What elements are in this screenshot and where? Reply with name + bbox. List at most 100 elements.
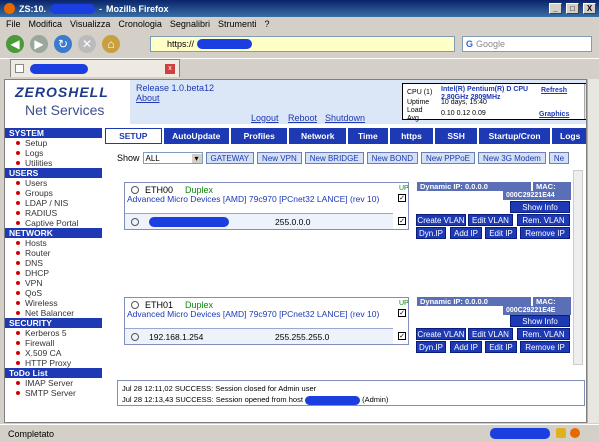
sidebar-item-x509-ca[interactable]: X.509 CA <box>5 348 102 358</box>
eth1-add-ip-button[interactable]: Add IP <box>450 341 482 353</box>
eth1-ip-row[interactable]: 192.168.1.254 255.255.255.0 <box>125 328 393 344</box>
tab-logs[interactable]: Logs <box>552 128 586 144</box>
redacted-status <box>490 428 550 439</box>
sidebar-section-users: USERS <box>5 168 102 178</box>
tab-network[interactable]: Network <box>289 128 346 144</box>
sidebar-item-groups[interactable]: Groups <box>5 188 102 198</box>
eth0-remove-ip-button[interactable]: Remove IP <box>520 227 570 239</box>
sidebar-item-smtp-server[interactable]: SMTP Server <box>5 388 102 398</box>
forward-icon[interactable]: ▶ <box>30 35 48 53</box>
eth0-show-info-button[interactable]: Show Info <box>510 201 570 213</box>
close-button[interactable]: X <box>583 3 596 14</box>
sidebar-item-wireless[interactable]: Wireless <box>5 298 102 308</box>
gateway-button[interactable]: GATEWAY <box>205 152 255 164</box>
new-3g-modem-button[interactable]: New 3G Modem <box>478 152 546 164</box>
eth0-ip-row[interactable]: 255.0.0.0 <box>125 213 393 229</box>
eth1-radio[interactable] <box>131 301 139 309</box>
sidebar-item-dhcp[interactable]: DHCP <box>5 268 102 278</box>
sidebar-item-setup[interactable]: Setup <box>5 138 102 148</box>
shutdown-link[interactable]: Shutdown <box>325 113 365 123</box>
sidebar-item-ldap[interactable]: LDAP / NIS <box>5 198 102 208</box>
show-select[interactable]: ALL ▾ <box>142 152 203 164</box>
tab-ssh[interactable]: SSH <box>435 128 477 144</box>
sidebar-item-vpn[interactable]: VPN <box>5 278 102 288</box>
about-link[interactable]: About <box>136 93 160 103</box>
eth0-rem-vlan-button[interactable]: Rem. VLAN <box>517 214 570 226</box>
sidebar-item-logs[interactable]: Logs <box>5 148 102 158</box>
reboot-link[interactable]: Reboot <box>288 113 317 123</box>
log-entry: Jul 28 12:13,43 SUCCESS: Session opened … <box>122 395 389 405</box>
menu-strumenti[interactable]: Strumenti <box>218 19 257 29</box>
eth0-enable-checkbox[interactable]: ✓ <box>398 217 406 225</box>
eth0-up-checkbox[interactable]: ✓ <box>398 194 406 202</box>
menu-file[interactable]: File <box>6 19 21 29</box>
minimize-button[interactable]: _ <box>549 3 562 14</box>
status-text: Completato <box>8 428 55 439</box>
eth1-rem-vlan-button[interactable]: Rem. VLAN <box>517 328 570 340</box>
url-bar[interactable]: https:// <box>150 36 455 52</box>
new-bridge-button[interactable]: New BRIDGE <box>304 152 364 164</box>
eth1-up-checkbox[interactable]: ✓ <box>398 309 406 317</box>
page-content: ZEROSHELL Net Services Release 1.0.beta1… <box>4 79 587 423</box>
sidebar-item-users[interactable]: Users <box>5 178 102 188</box>
new-more-button[interactable]: Ne <box>548 152 570 164</box>
tab-startup-cron[interactable]: Startup/Cron <box>478 128 551 144</box>
eth1-edit-ip-button[interactable]: Edit IP <box>485 341 517 353</box>
new-bond-button[interactable]: New BOND <box>366 152 418 164</box>
eth1-edit-vlan-button[interactable]: Edit VLAN <box>468 328 513 340</box>
zeroshell-logo: ZEROSHELL Net Services <box>5 80 130 124</box>
menu-help[interactable]: ? <box>264 19 269 29</box>
sidebar-item-radius[interactable]: RADIUS <box>5 208 102 218</box>
eth0-ip-radio[interactable] <box>131 218 139 226</box>
home-icon[interactable]: ⌂ <box>102 35 120 53</box>
menu-modifica[interactable]: Modifica <box>29 19 63 29</box>
search-input[interactable]: G Google <box>462 36 592 52</box>
eth1-show-info-button[interactable]: Show Info <box>510 315 570 327</box>
sidebar-item-qos[interactable]: QoS <box>5 288 102 298</box>
eth1-create-vlan-button[interactable]: Create VLAN <box>416 328 466 340</box>
stop-icon[interactable]: ✕ <box>78 35 96 53</box>
eth0-add-ip-button[interactable]: Add IP <box>450 227 482 239</box>
eth0-dyn-ip-button[interactable]: Dyn.IP <box>416 227 446 239</box>
eth0-dynamic-ip: Dynamic IP: 0.0.0.0 <box>417 182 531 191</box>
menu-visualizza[interactable]: Visualizza <box>70 19 110 29</box>
eth0-create-vlan-button[interactable]: Create VLAN <box>416 214 466 226</box>
eth1-remove-ip-button[interactable]: Remove IP <box>520 341 570 353</box>
sidebar-item-kerberos[interactable]: Kerberos 5 <box>5 328 102 338</box>
tab-close-icon[interactable]: x <box>165 63 175 74</box>
refresh-link[interactable]: Refresh <box>541 87 567 94</box>
graphics-link[interactable]: Graphics <box>539 111 569 118</box>
sidebar-item-firewall[interactable]: Firewall <box>5 338 102 348</box>
tab-profiles[interactable]: Profiles <box>230 128 288 144</box>
sidebar-item-imap-server[interactable]: IMAP Server <box>5 378 102 388</box>
eth0-edit-vlan-button[interactable]: Edit VLAN <box>468 214 513 226</box>
logout-link[interactable]: Logout <box>251 113 279 123</box>
menu-cronologia[interactable]: Cronologia <box>118 19 162 29</box>
page-scrollbar[interactable] <box>587 79 599 423</box>
tab-https[interactable]: https <box>389 128 434 144</box>
lock-icon[interactable] <box>556 428 566 438</box>
inner-scrollbar[interactable] <box>573 170 583 365</box>
sidebar-item-captive-portal[interactable]: Captive Portal <box>5 218 102 228</box>
eth1-enable-checkbox[interactable]: ✓ <box>398 332 406 340</box>
tab-time[interactable]: Time <box>348 128 388 144</box>
tab-autoupdate[interactable]: AutoUpdate <box>163 128 229 144</box>
eth0-radio[interactable] <box>131 186 139 194</box>
eth0-edit-ip-button[interactable]: Edit IP <box>485 227 517 239</box>
sidebar-item-router[interactable]: Router <box>5 248 102 258</box>
sidebar-item-http-proxy[interactable]: HTTP Proxy <box>5 358 102 368</box>
eth1-dyn-ip-button[interactable]: Dyn.IP <box>416 341 446 353</box>
browser-tab[interactable]: x <box>10 59 180 77</box>
menu-segnalibri[interactable]: Segnalibri <box>170 19 210 29</box>
sidebar-item-hosts[interactable]: Hosts <box>5 238 102 248</box>
eth1-ip-radio[interactable] <box>131 333 139 341</box>
maximize-button[interactable]: □ <box>566 3 579 14</box>
sidebar-item-utilities[interactable]: Utilities <box>5 158 102 168</box>
sidebar-item-dns[interactable]: DNS <box>5 258 102 268</box>
sidebar-item-net-balancer[interactable]: Net Balancer <box>5 308 102 318</box>
reload-icon[interactable]: ↻ <box>54 35 72 53</box>
back-icon[interactable]: ◀ <box>6 35 24 53</box>
new-vpn-button[interactable]: New VPN <box>257 152 302 164</box>
tab-setup[interactable]: SETUP <box>105 128 162 144</box>
new-pppoe-button[interactable]: New PPPoE <box>420 152 476 164</box>
